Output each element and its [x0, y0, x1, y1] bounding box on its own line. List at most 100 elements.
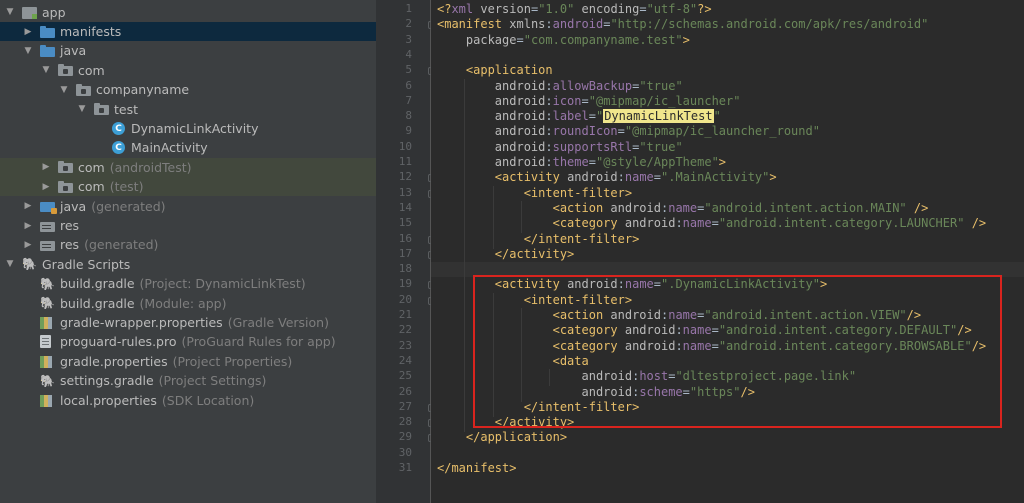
tree-item-companyname[interactable]: ▼ companyname — [0, 80, 376, 99]
tree-item-com[interactable]: ▶ com (androidTest) — [0, 157, 376, 178]
code-line[interactable]: <action android:name="android.intent.act… — [437, 308, 922, 323]
code-line[interactable]: <category android:name="android.intent.c… — [437, 323, 972, 338]
package-icon — [58, 161, 73, 174]
chevron-right-icon[interactable]: ▶ — [40, 162, 52, 172]
chevron-down-icon[interactable]: ▼ — [58, 85, 70, 95]
tree-item-java[interactable]: ▶ java (generated) — [0, 197, 376, 216]
code-line[interactable]: <activity android:name=".MainActivity"> — [437, 170, 777, 185]
chevron-down-icon[interactable]: ▼ — [4, 259, 16, 269]
line-number: 31 — [398, 461, 412, 474]
chevron-down-icon[interactable]: ▼ — [40, 65, 52, 75]
tree-item-label: com — [78, 159, 105, 175]
tree-item-hint: (SDK Location) — [161, 392, 255, 408]
code-line[interactable]: android:roundIcon="@mipmap/ic_launcher_r… — [437, 124, 820, 139]
code-line[interactable]: <data — [437, 354, 589, 369]
tree-item-label: MainActivity — [131, 140, 208, 156]
package-icon — [58, 64, 73, 77]
tree-item-label: manifests — [60, 24, 122, 40]
line-number: 1 — [405, 2, 412, 15]
code-line[interactable]: android:theme="@style/AppTheme"> — [437, 155, 726, 170]
tree-item-com[interactable]: ▶ com (test) — [0, 177, 376, 197]
tree-item-dynamiclinkactivity[interactable]: C DynamicLinkActivity — [0, 119, 376, 138]
tree-item-gradle-scripts[interactable]: ▼ 🐘 Gradle Scripts — [0, 255, 376, 274]
tree-item-hint: (Project Properties) — [172, 353, 293, 369]
code-line[interactable]: <application — [437, 63, 553, 78]
tree-item-com[interactable]: ▼ com — [0, 61, 376, 80]
line-number: 22 — [398, 323, 412, 337]
folder-icon — [40, 25, 55, 38]
class-c-icon: C — [112, 141, 125, 155]
code-line[interactable]: </application> — [437, 430, 567, 445]
line-number: 18 — [398, 262, 412, 276]
tree-item-settings-gradle[interactable]: 🐘 settings.gradle (Project Settings) — [0, 371, 376, 390]
tree-item-build-gradle[interactable]: 🐘 build.gradle (Project: DynamicLinkTest) — [0, 274, 376, 293]
gradle-icon: 🐘 — [40, 296, 55, 311]
line-number: 26 — [398, 384, 412, 398]
code-line[interactable]: <category android:name="android.intent.c… — [437, 339, 987, 354]
tree-item-mainactivity[interactable]: C MainActivity — [0, 138, 376, 157]
code-line[interactable]: <intent-filter> — [437, 293, 632, 308]
tree-item-app[interactable]: ▼ app — [0, 3, 376, 22]
tree-item-hint: (ProGuard Rules for app) — [181, 334, 336, 350]
code-line[interactable]: android:icon="@mipmap/ic_launcher" — [437, 94, 741, 109]
code-line[interactable]: <category android:name="android.intent.c… — [437, 216, 987, 231]
tree-item-gradle-properties[interactable]: gradle.properties (Project Properties) — [0, 352, 376, 371]
code-line[interactable]: <activity android:name=".DynamicLinkActi… — [437, 277, 827, 292]
code-line[interactable]: <?xml version="1.0" encoding="utf-8"?> — [437, 2, 712, 17]
line-number: 9 — [405, 124, 412, 138]
chevron-right-icon[interactable]: ▶ — [40, 182, 52, 192]
tree-item-label: test — [114, 101, 139, 117]
code-line[interactable]: android:supportsRtl="true" — [437, 140, 683, 155]
current-line-highlight — [431, 262, 1024, 278]
tree-item-hint: (Project: DynamicLinkTest) — [139, 276, 306, 292]
line-number: 5 — [405, 63, 412, 77]
package-icon — [58, 180, 73, 193]
line-number: 3 — [405, 32, 412, 46]
code-line[interactable]: <action android:name="android.intent.act… — [437, 201, 929, 216]
code-line[interactable]: android:allowBackup="true" — [437, 79, 683, 94]
tree-item-hint: (test) — [109, 179, 144, 195]
code-line[interactable]: </activity> — [437, 247, 574, 262]
code-editor[interactable]: <?xml version="1.0" encoding="utf-8"?> <m… — [431, 0, 1024, 503]
chevron-down-icon[interactable]: ▼ — [76, 104, 88, 114]
line-number: 10 — [398, 139, 412, 153]
chevron-right-icon[interactable]: ▶ — [22, 27, 34, 37]
chevron-right-icon[interactable]: ▶ — [22, 201, 34, 211]
tree-item-test[interactable]: ▼ test — [0, 100, 376, 119]
line-number: 8 — [405, 109, 412, 123]
tree-item-res[interactable]: ▶ res — [0, 216, 376, 235]
line-number: 13 — [398, 185, 412, 199]
tree-item-label: java — [60, 198, 87, 214]
tree-item-label: res — [60, 218, 80, 234]
resource-folder-icon — [40, 221, 55, 232]
code-line[interactable]: <manifest xmlns:android="http://schemas.… — [437, 17, 928, 32]
code-line[interactable]: android:host="dltestproject.page.link" — [437, 369, 857, 384]
code-line[interactable]: </manifest> — [437, 461, 516, 476]
tree-item-gradle-wrapper-properties[interactable]: gradle-wrapper.properties (Gradle Version… — [0, 313, 376, 332]
code-line[interactable]: android:label="DynamicLinkTest" — [437, 109, 721, 124]
tree-item-local-properties[interactable]: local.properties (SDK Location) — [0, 391, 376, 410]
code-line[interactable]: package="com.companyname.test"> — [437, 33, 690, 48]
tree-item-java[interactable]: ▼ java — [0, 41, 376, 60]
code-line[interactable]: android:scheme="https"/> — [437, 385, 755, 400]
code-line[interactable]: </activity> — [437, 415, 574, 430]
tree-item-label: settings.gradle — [60, 373, 154, 389]
folder-icon — [40, 44, 55, 57]
properties-file-icon — [40, 355, 52, 368]
line-number: 17 — [398, 246, 412, 260]
tree-item-hint: (androidTest) — [109, 159, 192, 175]
tree-item-label: companyname — [96, 82, 190, 98]
chevron-down-icon[interactable]: ▼ — [4, 7, 16, 17]
tree-item-label: app — [42, 4, 66, 20]
code-line[interactable]: </intent-filter> — [437, 232, 640, 247]
code-line[interactable]: </intent-filter> — [437, 400, 640, 415]
tree-item-res[interactable]: ▶ res (generated) — [0, 235, 376, 254]
chevron-down-icon[interactable]: ▼ — [22, 46, 34, 56]
line-number: 4 — [405, 47, 412, 61]
code-line[interactable]: <intent-filter> — [437, 186, 632, 201]
tree-item-build-gradle[interactable]: 🐘 build.gradle (Module: app) — [0, 294, 376, 313]
tree-item-manifests[interactable]: ▶ manifests — [0, 21, 376, 42]
chevron-right-icon[interactable]: ▶ — [22, 240, 34, 250]
chevron-right-icon[interactable]: ▶ — [22, 221, 34, 231]
tree-item-proguard-rules-pro[interactable]: proguard-rules.pro (ProGuard Rules for ap… — [0, 332, 376, 351]
